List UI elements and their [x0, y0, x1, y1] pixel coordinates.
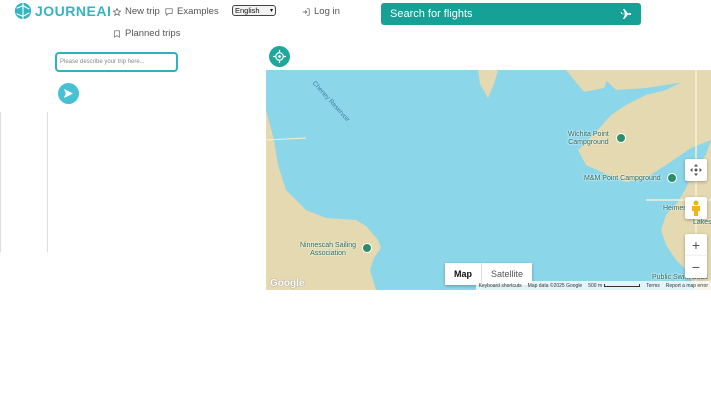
- search-flights-label: Search for flights: [390, 8, 473, 20]
- poi-wichita-point[interactable]: Wichita Point Campground: [568, 131, 609, 147]
- nav-new-trip[interactable]: New trip: [113, 6, 160, 17]
- pegman-icon: [692, 200, 700, 216]
- airplane-icon: [620, 9, 631, 19]
- chat-icon: [165, 7, 173, 16]
- login-link[interactable]: Log in: [302, 6, 340, 17]
- search-flights-button[interactable]: Search for flights: [381, 3, 641, 25]
- terms-link[interactable]: Terms: [646, 283, 660, 289]
- zoom-in-button[interactable]: +: [685, 234, 707, 256]
- poi-ninnescah-line2: Association: [310, 250, 346, 257]
- scale-label: 500 m: [588, 282, 603, 289]
- send-button[interactable]: [58, 83, 79, 104]
- map-footer: Keyboard shortcuts Map data ©2025 Google…: [475, 281, 711, 290]
- locate-button[interactable]: [269, 46, 290, 67]
- login-icon: [302, 7, 310, 16]
- star-icon: [113, 7, 121, 16]
- trip-input-placeholder: Please describe your trip here...: [60, 59, 145, 65]
- move-arrows-icon: [690, 164, 702, 176]
- panel-divider-left: [0, 112, 1, 252]
- trip-description-input[interactable]: Please describe your trip here...: [55, 52, 178, 72]
- minus-icon: −: [691, 259, 701, 275]
- poi-wichita-point-line1: Wichita Point: [568, 131, 609, 138]
- keyboard-shortcuts-link[interactable]: Keyboard shortcuts: [479, 283, 522, 289]
- nav-new-trip-label: New trip: [125, 6, 160, 17]
- poi-mm-point[interactable]: M&M Point Campground: [584, 175, 661, 183]
- plus-icon: +: [691, 237, 701, 253]
- poi-wichita-point-line2: Campground: [568, 139, 609, 146]
- login-label: Log in: [314, 6, 340, 17]
- nav-examples-label: Examples: [177, 6, 219, 17]
- sailing-marker-icon[interactable]: [362, 243, 372, 253]
- campground-marker-icon[interactable]: [667, 173, 677, 183]
- nav-planned-trips[interactable]: Planned trips: [113, 28, 180, 39]
- bookmark-icon: [114, 29, 120, 38]
- globe-logo-icon: [14, 2, 32, 20]
- language-select[interactable]: English ▾: [232, 5, 276, 16]
- nav-planned-trips-label: Planned trips: [125, 28, 181, 39]
- poi-ninnescah-line1: Ninnescah Sailing: [300, 242, 357, 249]
- poi-ninnescah-sailing[interactable]: Ninnescah Sailing Association: [300, 242, 356, 258]
- scale-bar[interactable]: 500 m: [588, 282, 641, 289]
- crosshair-icon: [273, 50, 286, 63]
- logo-text: JOURNEAI: [35, 3, 112, 19]
- logo[interactable]: JOURNEAI: [14, 2, 111, 20]
- recenter-button[interactable]: [685, 159, 707, 181]
- street-view-pegman[interactable]: [685, 197, 707, 219]
- nav-examples[interactable]: Examples: [165, 6, 219, 17]
- report-map-error-link[interactable]: Report a map error: [666, 283, 708, 289]
- chevron-down-icon: ▾: [269, 8, 273, 14]
- scale-line: [604, 284, 641, 287]
- map-view[interactable]: Cheney Reservoir Wichita Point Campgroun…: [266, 70, 711, 290]
- campground-marker-icon[interactable]: [616, 133, 626, 143]
- poi-mm-point-line1: M&M Point Campground: [584, 175, 661, 182]
- language-selected: English: [235, 6, 260, 15]
- send-icon: [63, 88, 74, 99]
- zoom-out-button[interactable]: −: [685, 256, 707, 278]
- google-logo: Google: [270, 278, 305, 289]
- map-data-attribution: Map data ©2025 Google: [527, 282, 583, 289]
- poi-heimer-line2: Lakes: [693, 219, 711, 226]
- panel-divider-right: [47, 112, 48, 252]
